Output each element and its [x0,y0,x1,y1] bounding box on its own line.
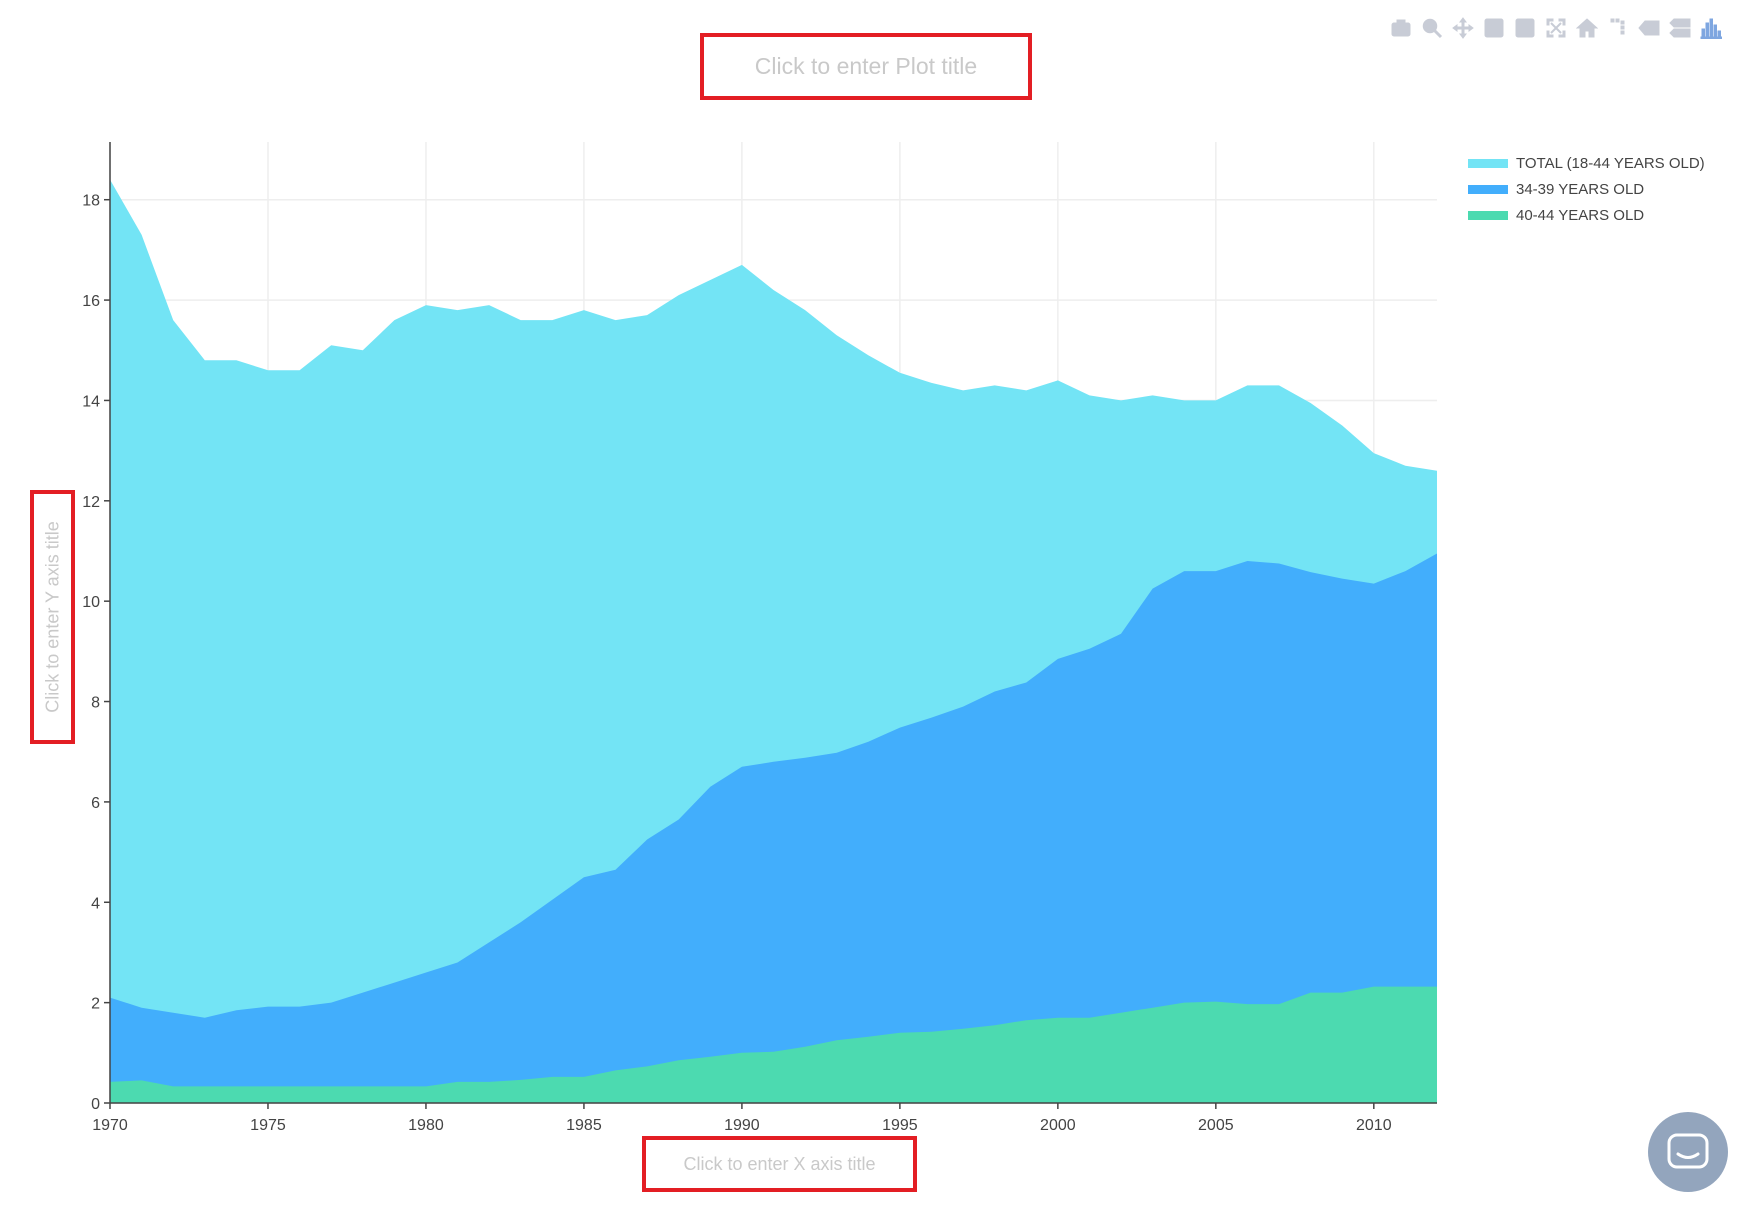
x-tick-label: 2000 [1040,1117,1076,1134]
x-tick-label: 2010 [1356,1117,1392,1134]
x-tick-label: 2005 [1198,1117,1234,1134]
y-tick-label: 8 [91,695,100,712]
y-tick-label: 2 [91,996,100,1013]
x-axis-title-placeholder[interactable]: Click to enter X axis title [642,1136,917,1192]
y-tick-label: 0 [91,1096,100,1113]
chat-button[interactable] [1648,1112,1728,1192]
legend-item[interactable]: 40-44 YEARS OLD [1468,202,1705,228]
x-tick-label: 1985 [566,1117,602,1134]
x-tick-label: 1970 [92,1117,128,1134]
chat-icon [1667,1133,1709,1169]
legend-item[interactable]: TOTAL (18-44 YEARS OLD) [1468,150,1705,176]
y-tick-label: 4 [91,895,100,912]
plot-title-placeholder[interactable]: Click to enter Plot title [700,33,1032,100]
legend: TOTAL (18-44 YEARS OLD) 34-39 YEARS OLD 40… [1468,150,1705,228]
x-tick-label: 1975 [250,1117,286,1134]
legend-swatch [1468,184,1508,194]
legend-swatch [1468,158,1508,168]
legend-swatch [1468,210,1508,220]
legend-item[interactable]: 34-39 YEARS OLD [1468,176,1705,202]
legend-label: TOTAL (18-44 YEARS OLD) [1516,154,1705,172]
y-tick-label: 16 [82,293,100,310]
x-tick-label: 1995 [882,1117,918,1134]
x-tick-label: 1990 [724,1117,760,1134]
y-tick-label: 6 [91,795,100,812]
legend-label: 40-44 YEARS OLD [1516,206,1645,224]
y-tick-label: 12 [82,494,100,511]
legend-label: 34-39 YEARS OLD [1516,180,1645,198]
y-tick-label: 18 [82,193,100,210]
y-tick-label: 10 [82,594,100,611]
y-tick-label: 14 [82,393,100,410]
x-tick-label: 1980 [408,1117,444,1134]
y-axis-title-text: Click to enter Y axis title [42,521,62,713]
y-axis-title-placeholder[interactable]: Click to enter Y axis title [30,490,75,744]
